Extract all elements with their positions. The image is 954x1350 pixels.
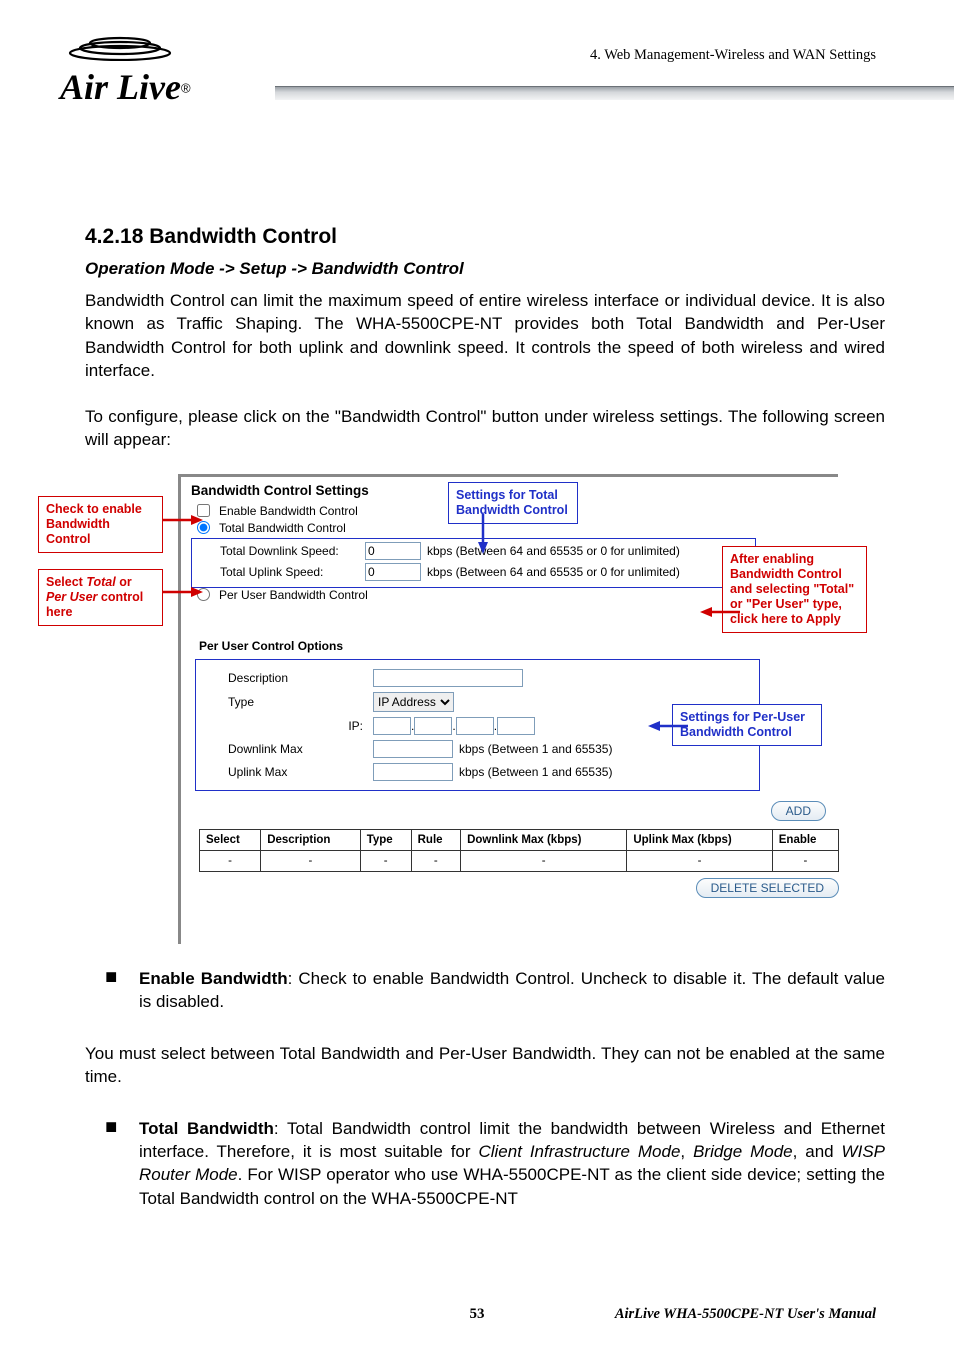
intro-para-1: Bandwidth Control can limit the maximum … [85,289,885,383]
arrow-enable-icon [163,512,203,532]
between-para: You must select between Total Bandwidth … [85,1042,885,1089]
logo-rings-icon [60,35,180,61]
square-bullet-icon: ◼ [105,1117,123,1211]
pu-ip-label: IP: [228,719,373,733]
logo-text: Air Live [60,67,181,107]
delete-selected-button[interactable]: DELETE SELECTED [696,878,839,898]
arrow-peruser-icon [648,718,688,738]
footer-caption: AirLive WHA-5500CPE-NT User's Manual [615,1306,876,1323]
th-type: Type [360,829,411,850]
table-row: - - - - - - - [200,850,839,871]
peruser-bandwidth-label: Per User Bandwidth Control [219,588,368,602]
pu-description-input[interactable] [373,669,523,687]
header-caption: 4. Web Management-Wireless and WAN Setti… [590,47,876,64]
pu-upmax-label: Uplink Max [228,765,373,779]
total-downlink-label: Total Downlink Speed: [220,544,365,558]
total-uplink-label: Total Uplink Speed: [220,565,365,579]
breadcrumb: Operation Mode -> Setup -> Bandwidth Con… [85,259,885,279]
bullet-total-bandwidth: ◼ Total Bandwidth: Total Bandwidth contr… [85,1117,885,1211]
th-down: Downlink Max (kbps) [461,829,627,850]
th-rule: Rule [411,829,460,850]
total-uplink-input[interactable] [365,563,421,581]
intro-para-2: To configure, please click on the "Bandw… [85,405,885,452]
callout-total-settings: Settings for Total Bandwidth Control [448,482,578,524]
registered-icon: ® [181,81,191,96]
downlink-hint: kbps (Between 64 and 65535 or 0 for unli… [427,544,680,558]
bullet-body: Enable Bandwidth: Check to enable Bandwi… [139,967,885,1014]
pu-description-label: Description [228,671,373,685]
pu-type-label: Type [228,695,373,709]
arrow-total-icon [473,514,493,554]
bullet-enable-bandwidth: ◼ Enable Bandwidth: Check to enable Band… [85,967,885,1014]
th-select: Select [200,829,261,850]
pu-downmax-label: Downlink Max [228,742,373,756]
peruser-options-title: Per User Control Options [199,639,828,653]
ip-octet-3[interactable] [456,717,494,735]
pu-downmax-hint: kbps (Between 1 and 65535) [459,742,612,756]
ip-octet-4[interactable] [497,717,535,735]
th-enable: Enable [772,829,838,850]
ip-octet-2[interactable] [414,717,452,735]
uplink-hint: kbps (Between 64 and 65535 or 0 for unli… [427,565,680,579]
pu-type-select[interactable]: IP Address [373,692,454,712]
header-rule [275,86,954,100]
callout-enable: Check to enable Bandwidth Control [38,496,163,553]
square-bullet-icon: ◼ [105,967,123,1014]
enable-bandwidth-label: Enable Bandwidth Control [219,504,358,518]
arrow-apply-icon [700,604,740,624]
table-header-row: Select Description Type Rule Downlink Ma… [200,829,839,850]
callout-peruser-settings: Settings for Per-User Bandwidth Control [672,704,822,746]
th-up: Uplink Max (kbps) [627,829,772,850]
rules-table: Select Description Type Rule Downlink Ma… [199,829,839,872]
screenshot-figure: Check to enable Bandwidth Control Select… [78,474,898,949]
section-title: 4.2.18 Bandwidth Control [85,225,885,249]
callout-apply: After enabling Bandwidth Control and sel… [722,546,867,633]
th-desc: Description [261,829,361,850]
total-downlink-input[interactable] [365,542,421,560]
pu-downmax-input[interactable] [373,740,453,758]
total-bandwidth-label: Total Bandwidth Control [219,521,346,535]
arrow-select-icon [163,584,203,604]
pu-upmax-hint: kbps (Between 1 and 65535) [459,765,612,779]
callout-select-mode: Select Total or Per User control here [38,569,163,626]
bullet-body: Total Bandwidth: Total Bandwidth control… [139,1117,885,1211]
ip-octet-1[interactable] [373,717,411,735]
brand-logo: Air Live® [60,35,191,108]
add-button[interactable]: ADD [771,801,826,821]
pu-upmax-input[interactable] [373,763,453,781]
